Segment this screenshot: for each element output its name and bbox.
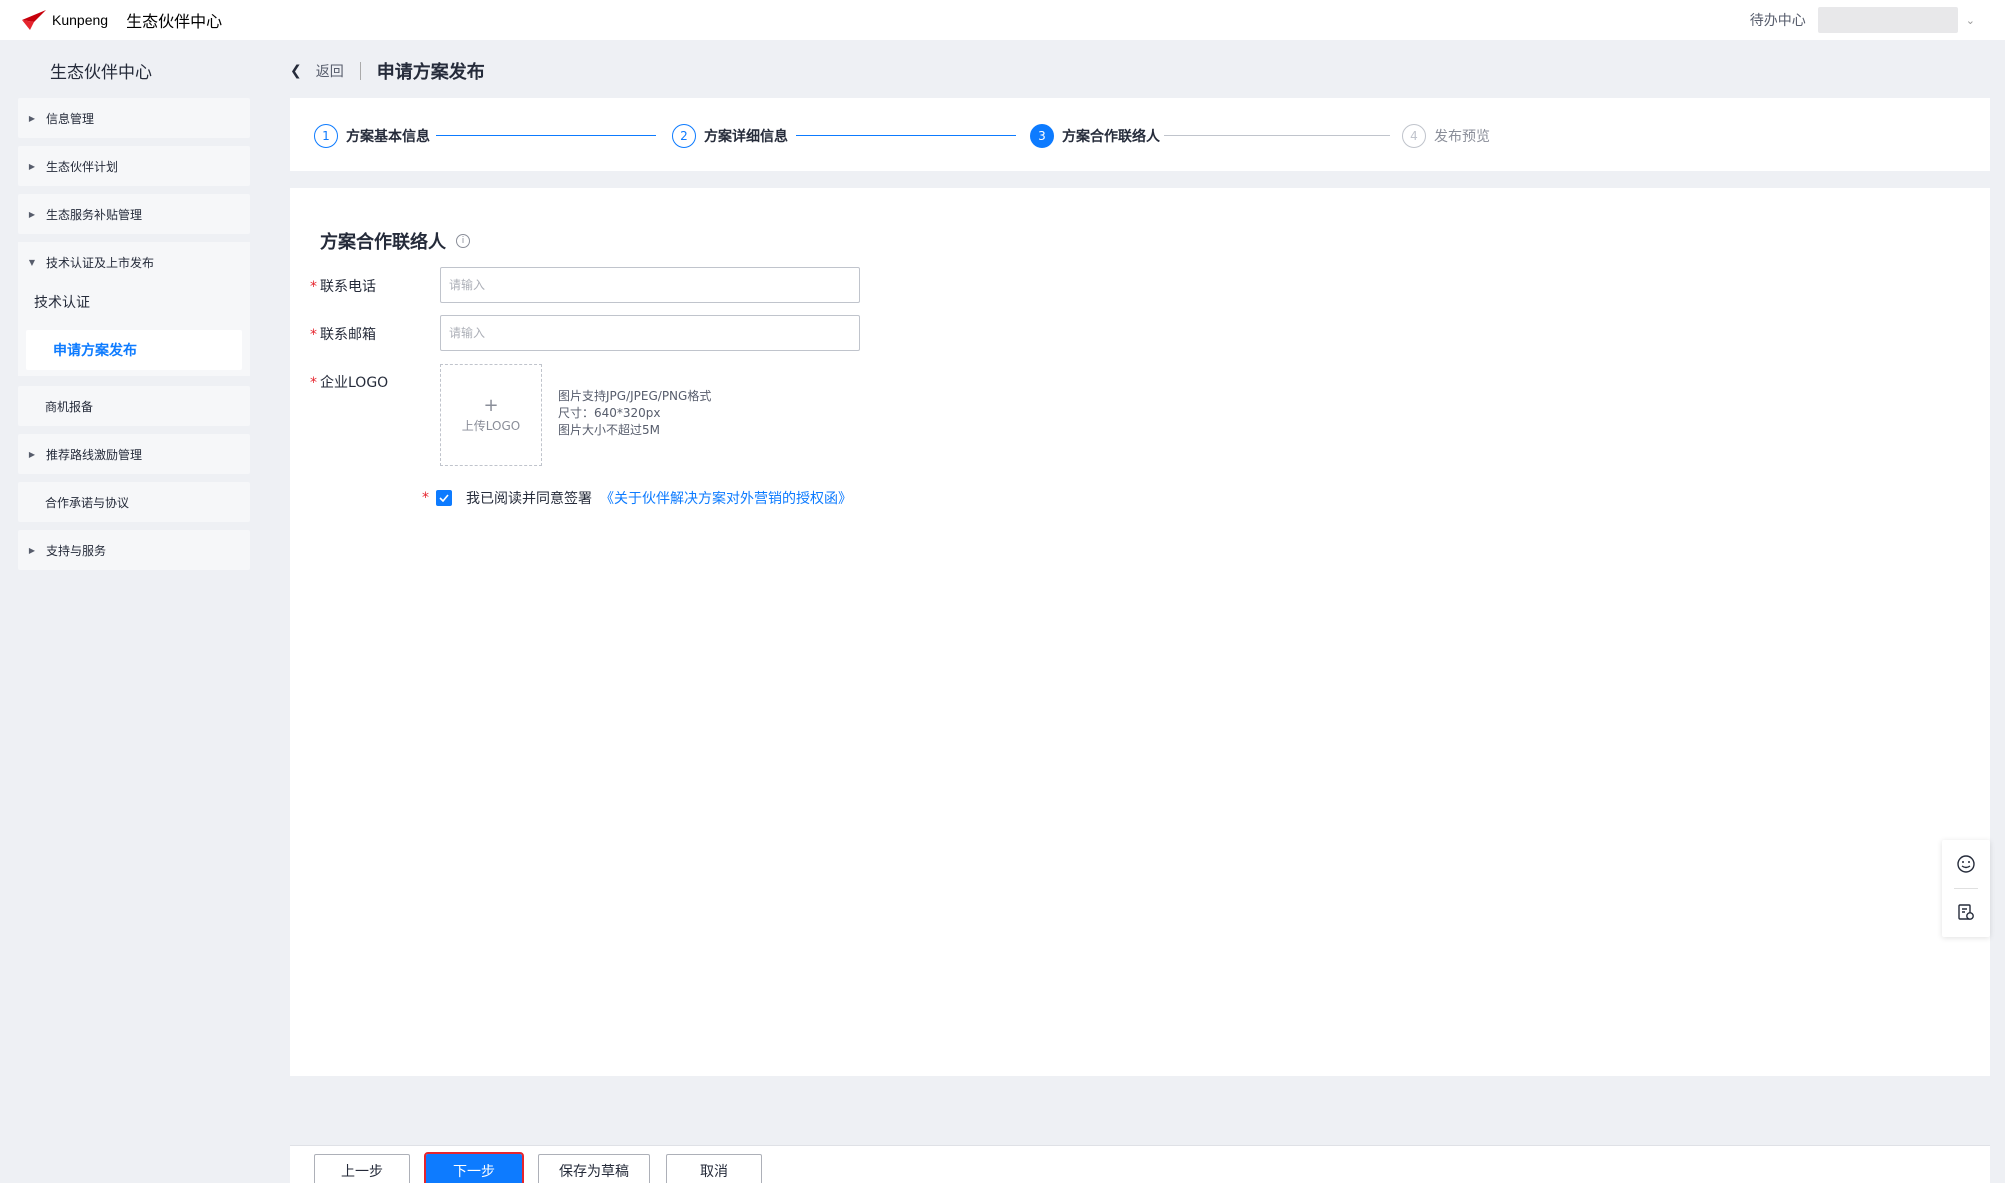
kunpeng-logo[interactable]: Kunpeng: [20, 8, 108, 32]
info-icon[interactable]: i: [456, 234, 470, 248]
sidebar-item-label: 技术认证及上市发布: [46, 255, 155, 270]
required-mark: *: [310, 279, 317, 295]
agreement-row: * 我已阅读并同意签署 《关于伙伴解决方案对外营销的授权函》: [422, 488, 852, 508]
step-number: 3: [1030, 124, 1054, 148]
todo-center-link[interactable]: 待办中心: [1750, 10, 1806, 30]
document-settings-icon[interactable]: [1954, 900, 1978, 924]
step-label: 方案合作联络人: [1062, 129, 1160, 145]
phone-input[interactable]: [440, 267, 860, 303]
step-connector: [1164, 135, 1390, 136]
sidebar-item-label: 商机报备: [45, 399, 94, 414]
sidebar-item-label: 合作承诺与协议: [45, 495, 130, 510]
sidebar-subitem-apply-release[interactable]: 申请方案发布: [26, 330, 242, 370]
sidebar-item-partner-plan[interactable]: ▶ 生态伙伴计划: [18, 146, 250, 186]
sidebar-item-info-management[interactable]: ▶ 信息管理: [18, 98, 250, 138]
section-title-text: 方案合作联络人: [320, 232, 446, 253]
sidebar-item-label: 推荐路线激励管理: [46, 447, 143, 462]
caret-right-icon: ▶: [28, 209, 36, 219]
logo-label: * 企业LOGO: [310, 375, 389, 391]
floating-toolbar: [1942, 840, 1990, 937]
sidebar-item-subsidy-management[interactable]: ▶ 生态服务补贴管理: [18, 194, 250, 234]
sidebar-item-agreements[interactable]: 合作承诺与协议: [18, 482, 250, 522]
chevron-down-icon[interactable]: ⌄: [1966, 14, 1975, 27]
required-mark: *: [422, 490, 429, 506]
agreement-checkbox[interactable]: [436, 490, 452, 506]
steps-bar: 1 方案基本信息 2 方案详细信息 3 方案合作联络人 4 发布预览: [290, 98, 1990, 171]
agreement-text: 我已阅读并同意签署: [466, 491, 592, 507]
bottom-action-bar: 上一步 下一步 保存为草稿 取消: [290, 1145, 1990, 1183]
step-3: 3 方案合作联络人: [1030, 124, 1160, 148]
app-title: 生态伙伴中心: [126, 12, 223, 31]
sidebar-item-label: 支持与服务: [46, 543, 107, 558]
form-card: 方案合作联络人 i *联系电话 *联系邮箱 *企业LOGO + 上传LOGO 图…: [290, 188, 1990, 1076]
sidebar-title: 生态伙伴中心: [50, 63, 152, 83]
page-title: 申请方案发布: [376, 62, 485, 83]
step-label: 方案基本信息: [346, 129, 430, 145]
sidebar-item-tech-cert-release[interactable]: ▼ 技术认证及上市发布: [18, 242, 250, 282]
next-step-button[interactable]: 下一步: [424, 1152, 524, 1183]
authorization-letter-link[interactable]: 《关于伙伴解决方案对外营销的授权函》: [600, 488, 852, 508]
logo-upload-button[interactable]: + 上传LOGO: [440, 364, 542, 466]
check-icon: [439, 494, 449, 502]
step-connector: [796, 135, 1016, 136]
step-connector: [436, 135, 656, 136]
step-number: 4: [1402, 124, 1426, 148]
save-draft-button[interactable]: 保存为草稿: [538, 1154, 650, 1183]
caret-right-icon: ▶: [28, 545, 36, 555]
sidebar-item-label: 信息管理: [46, 111, 95, 126]
step-number: 2: [672, 124, 696, 148]
hint-size: 尺寸：640*320px: [558, 406, 661, 420]
smiley-feedback-icon[interactable]: [1954, 852, 1978, 876]
step-1: 1 方案基本信息: [314, 124, 430, 148]
step-2: 2 方案详细信息: [672, 124, 788, 148]
plus-icon: +: [483, 394, 499, 416]
step-label: 发布预览: [1434, 129, 1490, 145]
step-label: 方案详细信息: [704, 129, 788, 145]
sidebar-subitem-tech-cert[interactable]: 技术认证: [34, 292, 90, 312]
sidebar-item-incentive[interactable]: ▶ 推荐路线激励管理: [18, 434, 250, 474]
hint-format: 图片支持JPG/JPEG/PNG格式: [558, 389, 712, 403]
prev-step-button[interactable]: 上一步: [314, 1154, 410, 1183]
top-bar: Kunpeng 生态伙伴中心 待办中心 ⌄: [0, 0, 2005, 40]
back-link[interactable]: 返回: [316, 61, 344, 81]
caret-down-icon: ▼: [28, 257, 36, 267]
step-number: 1: [314, 124, 338, 148]
email-label: * 联系邮箱: [310, 327, 376, 343]
kunpeng-logo-icon: [22, 10, 46, 30]
user-account[interactable]: [1817, 7, 1958, 33]
upload-hints: 图片支持JPG/JPEG/PNG格式 尺寸：640*320px 图片大小不超过5…: [558, 388, 711, 439]
sidebar-item-label: 生态服务补贴管理: [46, 207, 143, 222]
upload-label: 上传LOGO: [461, 418, 521, 433]
toolbar-divider: [1954, 888, 1978, 889]
required-mark: *: [310, 375, 317, 391]
sidebar-item-support[interactable]: ▶ 支持与服务: [18, 530, 250, 570]
top-right-area: 待办中心 ⌄: [1750, 0, 1975, 40]
caret-right-icon: ▶: [28, 449, 36, 459]
chevron-left-icon[interactable]: ❮: [290, 63, 302, 79]
hint-filesize: 图片大小不超过5M: [558, 423, 660, 437]
phone-label: * 联系电话: [310, 279, 376, 295]
sidebar-item-opportunity[interactable]: 商机报备: [18, 386, 250, 426]
caret-right-icon: ▶: [28, 161, 36, 171]
cancel-button[interactable]: 取消: [666, 1154, 762, 1183]
page-header: ❮ 返回 申请方案发布: [290, 58, 485, 84]
header-divider: [359, 62, 361, 80]
logo-text: Kunpeng: [52, 12, 109, 28]
sidebar-item-label: 生态伙伴计划: [46, 159, 119, 174]
section-title: 方案合作联络人 i: [320, 228, 470, 254]
email-input[interactable]: [440, 315, 860, 351]
step-4: 4 发布预览: [1402, 124, 1490, 148]
required-mark: *: [310, 327, 317, 343]
caret-right-icon: ▶: [28, 113, 36, 123]
